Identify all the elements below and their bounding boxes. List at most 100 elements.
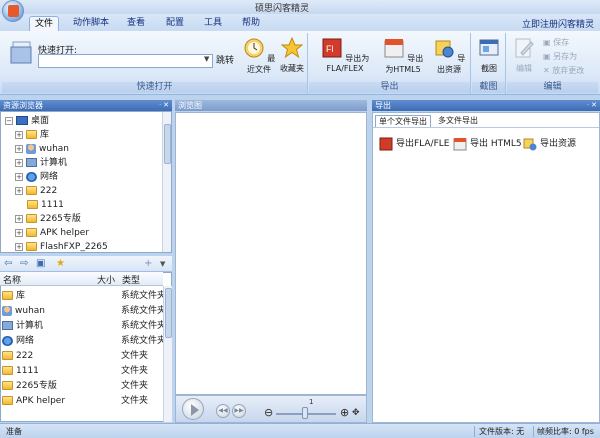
play-button[interactable]	[182, 398, 204, 420]
file-list-scrollbar[interactable]	[163, 286, 172, 422]
tree-item-1111[interactable]: 1111	[27, 198, 64, 212]
file-row[interactable]: 库系统文件夹	[2, 289, 166, 303]
collapse-icon[interactable]: −	[5, 116, 13, 125]
add-icon[interactable]: +	[144, 258, 152, 269]
file-row[interactable]: APK helper 文件夹	[2, 394, 162, 408]
tree-item-wuhan[interactable]: + wuhan	[15, 142, 69, 156]
computer-icon	[26, 158, 37, 167]
app-menu-button[interactable]	[2, 0, 24, 22]
file-row[interactable]: 网络 系统文件夹	[2, 334, 166, 348]
screenshot-button[interactable]: 截图	[476, 37, 502, 74]
expand-icon[interactable]: +	[15, 228, 23, 237]
zoom-slider-thumb[interactable]	[302, 407, 308, 419]
discard-changes-button[interactable]: ✕ 放弃更改	[543, 65, 584, 76]
register-link[interactable]: 立即注册闪客精灵	[522, 17, 594, 30]
expand-icon[interactable]: +	[15, 144, 23, 153]
expand-icon[interactable]: +	[15, 158, 23, 167]
file-row[interactable]: wuhan 系统文件夹	[2, 304, 166, 318]
tree-item-2265[interactable]: +2265专版	[15, 212, 81, 226]
tab-help[interactable]: 帮助	[236, 16, 266, 31]
folder-icon	[2, 366, 13, 375]
zoom-out-icon[interactable]: ⊖	[264, 407, 273, 418]
column-name[interactable]: 名称	[3, 273, 21, 286]
tab-multi-export[interactable]: 多文件导出	[435, 115, 481, 127]
discard-label: 放弃更改	[552, 66, 585, 75]
forward-arrow-icon[interactable]: ⇨	[20, 258, 28, 269]
tab-single-export[interactable]: 单个文件导出	[375, 115, 431, 127]
save-button[interactable]: ▣ 保存	[543, 37, 569, 48]
window-title: 硕思闪客精灵	[255, 4, 310, 14]
pin-close-icon[interactable]: ᐧ ✕	[587, 100, 597, 111]
tab-file[interactable]: 文件	[29, 16, 59, 31]
quick-open-icon	[10, 41, 32, 64]
tree-item-apk-helper[interactable]: + APK helper	[15, 226, 89, 240]
quick-open-input[interactable]	[38, 54, 213, 68]
chevron-down-icon[interactable]: ▼	[204, 55, 212, 67]
expand-icon[interactable]: +	[15, 242, 23, 251]
tree-item-flashfxp[interactable]: + FlashFXP_2265	[15, 240, 108, 254]
tab-view[interactable]: 查看	[121, 16, 151, 31]
export-html5-panel-button[interactable]: 导出 HTML5	[453, 135, 522, 153]
tree-item-computer[interactable]: + 计算机	[15, 156, 67, 170]
explorer-title: 资源浏览器	[3, 101, 43, 110]
expand-icon[interactable]: +	[15, 130, 23, 139]
tree-item-222[interactable]: +222	[15, 184, 57, 198]
file-row[interactable]: 2265专版 文件夹	[2, 379, 162, 393]
favorites-button[interactable]: 收藏夹	[278, 36, 306, 74]
tab-tools[interactable]: 工具	[198, 16, 228, 31]
edit-group: 编辑 ▣ 保存 ▣ 另存为 ✕ 放弃更改 编辑	[507, 33, 598, 94]
expand-icon[interactable]: +	[15, 172, 23, 181]
tree-scroll-thumb[interactable]	[164, 124, 171, 164]
folder-icon	[26, 214, 37, 223]
expand-icon[interactable]: +	[15, 186, 23, 195]
edit-button[interactable]: 编辑	[511, 37, 537, 74]
quick-open-group: 快速打开: ▼ 跳转 最近文件 收藏夹 快速打开	[2, 33, 308, 94]
computer-icon	[2, 321, 13, 330]
file-row[interactable]: 计算机 系统文件夹	[2, 319, 166, 333]
export-panel-header: 导出 ᐧ ✕	[372, 100, 600, 111]
back-arrow-icon[interactable]: ⇦	[4, 258, 12, 269]
status-ready: 准备	[6, 427, 22, 436]
tree-item-network[interactable]: + 网络	[15, 170, 58, 184]
up-folder-icon[interactable]: ▣	[36, 258, 45, 269]
tree-item-library[interactable]: + 库	[15, 128, 49, 142]
tab-divider	[373, 127, 599, 128]
status-divider	[474, 426, 475, 437]
rewind-button[interactable]: ◀◀	[216, 404, 230, 418]
tree-item-desktop[interactable]: − 桌面	[5, 114, 49, 128]
preview-title: 浏览图	[178, 101, 202, 110]
fit-view-icon[interactable]: ✥	[352, 408, 360, 418]
tab-actionscript[interactable]: 动作脚本	[68, 16, 114, 31]
column-type[interactable]: 类型	[122, 273, 140, 286]
preview-stage[interactable]	[175, 112, 367, 395]
screenshot-label: 截图	[481, 64, 497, 73]
pin-close-icon[interactable]: ᐧ ✕	[159, 100, 169, 111]
file-row[interactable]: 222 文件夹	[2, 349, 162, 363]
chevron-down-icon[interactable]: ▼	[160, 260, 165, 268]
export-panel: 单个文件导出 多文件导出 导出FLA/FLE 导出 HTML5 导出资源	[372, 112, 600, 423]
export-fla-panel-button[interactable]: 导出FLA/FLE	[379, 135, 449, 153]
favorite-star-icon[interactable]: ★	[56, 258, 65, 269]
export-resource-panel-button[interactable]: 导出资源	[523, 135, 576, 153]
explorer-header: 资源浏览器 ᐧ ✕	[0, 100, 172, 111]
title-bar: 硕思闪客精灵	[0, 0, 600, 14]
forward-button[interactable]: ▶▶	[232, 404, 246, 418]
export-fla-button[interactable]: Fl 导出为FLA/FLEX	[315, 37, 375, 73]
recent-files-button[interactable]: 最近文件	[242, 37, 276, 75]
tree-scrollbar[interactable]	[162, 112, 171, 252]
file-row[interactable]: 1111 文件夹	[2, 364, 162, 378]
export-html5-button[interactable]: 导出为HTML5	[379, 37, 427, 75]
expand-icon[interactable]: +	[15, 214, 23, 223]
export-group: Fl 导出为FLA/FLEX 导出为HTML5 导出资源 导出	[309, 33, 471, 94]
playback-controls: ◀◀ ▶▶ ⊖ 1 ⊕ ✥	[175, 395, 367, 423]
network-icon	[2, 335, 13, 346]
jump-button[interactable]: 跳转	[214, 54, 236, 68]
file-list-scroll-thumb[interactable]	[165, 288, 172, 338]
fla-file-icon	[379, 137, 393, 150]
tab-config[interactable]: 配置	[160, 16, 190, 31]
column-size[interactable]: 大小	[97, 273, 115, 286]
zoom-in-icon[interactable]: ⊕	[340, 407, 349, 418]
export-resource-button[interactable]: 导出资源	[431, 37, 467, 75]
save-as-button[interactable]: ▣ 另存为	[543, 51, 577, 62]
screenshot-group: 截图 截图	[472, 33, 506, 94]
